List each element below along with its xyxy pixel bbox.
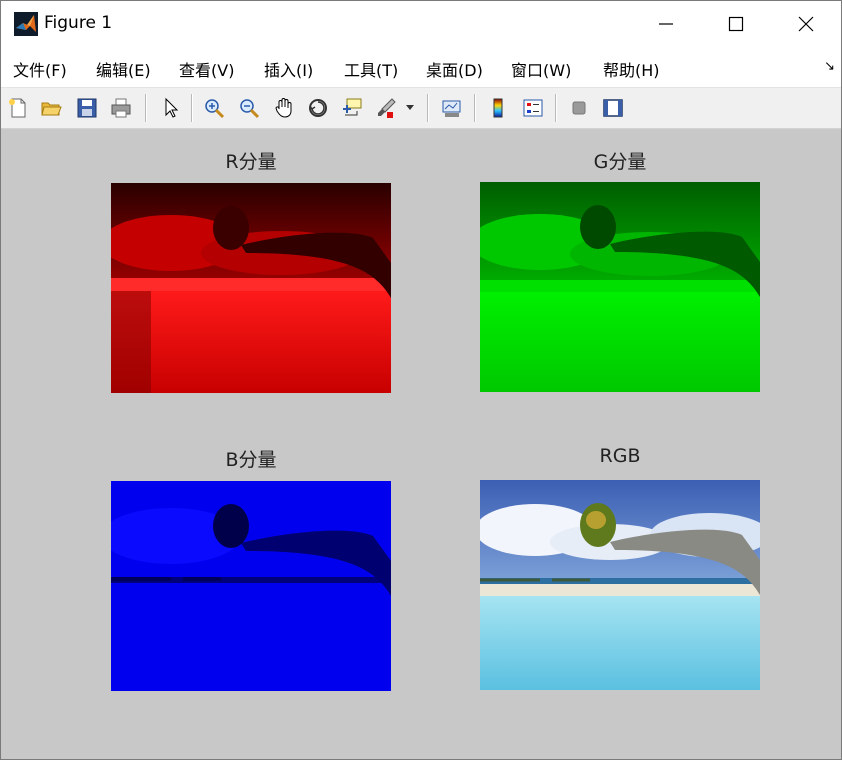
figure-window: Figure 1 文件(F) 编辑(E) 查看(V) 插入(I) 工具(T) 桌… [0,0,842,760]
toolbar-separator [427,94,429,122]
chevron-down-icon[interactable] [403,95,417,121]
toolbar-separator [555,94,557,122]
toolbar-separator [191,94,193,122]
toolbar-separator [145,94,147,122]
subplot-title-rgb: RGB [599,445,641,467]
subplot-title-g: G分量 [593,151,647,173]
rotate-3d-icon[interactable] [305,95,331,121]
window-title: Figure 1 [44,13,113,33]
close-icon [798,16,814,32]
colorbar-icon[interactable] [485,95,511,121]
minimize-button[interactable] [631,1,701,47]
menu-desktop[interactable]: 桌面(D) [426,57,483,81]
zoom-out-icon[interactable] [236,95,262,121]
figure-canvas: R分量 G分量 B分量 RGB [1,129,841,759]
hide-plot-tools-icon[interactable] [566,95,592,121]
menu-edit[interactable]: 编辑(E) [96,57,151,81]
close-button[interactable] [771,1,841,47]
brush-icon[interactable] [373,95,399,121]
maximize-button[interactable] [701,1,771,47]
title-bar: Figure 1 [1,1,841,47]
link-plot-icon[interactable] [439,95,465,121]
save-icon[interactable] [74,95,100,121]
legend-icon[interactable] [520,95,546,121]
image-rgb[interactable] [480,480,760,690]
menu-help[interactable]: 帮助(H) [603,57,660,81]
menu-window[interactable]: 窗口(W) [511,57,571,81]
menu-bar: 文件(F) 编辑(E) 查看(V) 插入(I) 工具(T) 桌面(D) 窗口(W… [1,47,841,88]
menu-insert[interactable]: 插入(I) [264,57,313,81]
show-plot-tools-icon[interactable] [600,95,626,121]
maximize-icon [728,16,744,32]
toolbar-separator [474,94,476,122]
image-g-channel[interactable] [480,182,760,392]
menu-file[interactable]: 文件(F) [13,57,67,81]
image-b-channel[interactable] [111,481,391,691]
menu-view[interactable]: 查看(V) [179,57,234,81]
subplot-title-r: R分量 [225,151,277,173]
minimize-icon [658,16,674,32]
figure-toolbar [1,88,841,129]
matlab-icon [14,12,38,36]
zoom-in-icon[interactable] [201,95,227,121]
image-r-channel[interactable] [111,183,391,393]
pan-hand-icon[interactable] [271,95,297,121]
subplot-title-b: B分量 [225,449,277,471]
data-cursor-icon[interactable] [339,95,365,121]
edit-plot-pointer-icon[interactable] [158,95,184,121]
print-icon[interactable] [108,95,134,121]
menu-tools[interactable]: 工具(T) [344,57,398,81]
open-file-icon[interactable] [38,95,64,121]
dock-arrow-icon[interactable]: ↘ [824,59,835,74]
new-figure-icon[interactable] [5,95,31,121]
